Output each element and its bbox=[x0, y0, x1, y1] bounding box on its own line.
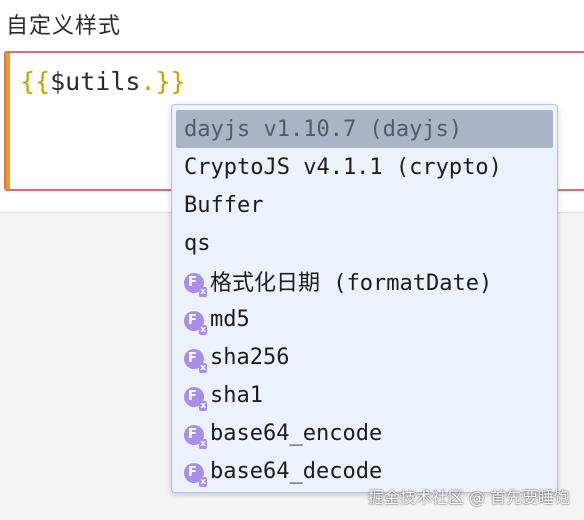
suggestion-list: dayjs v1.10.7 (dayjs) CryptoJS v4.1.1 (c… bbox=[172, 110, 557, 490]
function-icon: Fx bbox=[184, 462, 207, 487]
function-icon: Fx bbox=[184, 386, 207, 411]
suggestion-label: dayjs v1.10.7 (dayjs) bbox=[184, 116, 463, 142]
suggestion-buffer[interactable]: Buffer bbox=[176, 186, 553, 224]
function-icon: Fx bbox=[184, 348, 207, 373]
function-icon: Fx bbox=[184, 310, 207, 335]
suggestion-cryptojs[interactable]: CryptoJS v4.1.1 (crypto) bbox=[176, 148, 553, 186]
utils-variable: $utils bbox=[50, 67, 141, 96]
autocomplete-dropdown: dayjs v1.10.7 (dayjs) CryptoJS v4.1.1 (c… bbox=[171, 104, 558, 493]
suggestion-dayjs[interactable]: dayjs v1.10.7 (dayjs) bbox=[176, 110, 553, 148]
suggestion-label: Buffer bbox=[184, 192, 264, 218]
watermark: 掘金技术社区 @ 首先要睡饱 bbox=[367, 488, 570, 507]
close-braces: }} bbox=[155, 67, 186, 96]
suggestion-base64-encode[interactable]: Fx base64_encode bbox=[176, 414, 553, 452]
suggestion-label: sha1 bbox=[210, 382, 263, 408]
dot-token: . bbox=[140, 67, 156, 96]
suggestion-label: md5 bbox=[210, 306, 250, 332]
function-icon: Fx bbox=[184, 424, 207, 449]
suggestion-md5[interactable]: Fx md5 bbox=[176, 300, 553, 338]
suggestion-label: sha256 bbox=[210, 344, 290, 370]
suggestion-sha256[interactable]: Fx sha256 bbox=[176, 338, 553, 376]
open-braces: {{ bbox=[20, 67, 51, 96]
suggestion-sha1[interactable]: Fx sha1 bbox=[176, 376, 553, 414]
editor-gutter bbox=[6, 53, 10, 189]
suggestion-qs[interactable]: qs bbox=[176, 224, 553, 262]
suggestion-format-date[interactable]: Fx 格式化日期 (formatDate) bbox=[176, 262, 553, 300]
code-line[interactable]: {{$utils.}} bbox=[20, 67, 186, 96]
function-icon: Fx bbox=[184, 272, 207, 297]
suggestion-label: qs bbox=[184, 230, 211, 256]
section-title: 自定义样式 bbox=[6, 14, 122, 39]
suggestion-label: 格式化日期 (formatDate) bbox=[210, 271, 493, 296]
suggestion-label: base64_encode bbox=[210, 420, 383, 446]
suggestion-label: base64_decode bbox=[210, 458, 383, 484]
suggestion-label: CryptoJS v4.1.1 (crypto) bbox=[184, 154, 502, 180]
